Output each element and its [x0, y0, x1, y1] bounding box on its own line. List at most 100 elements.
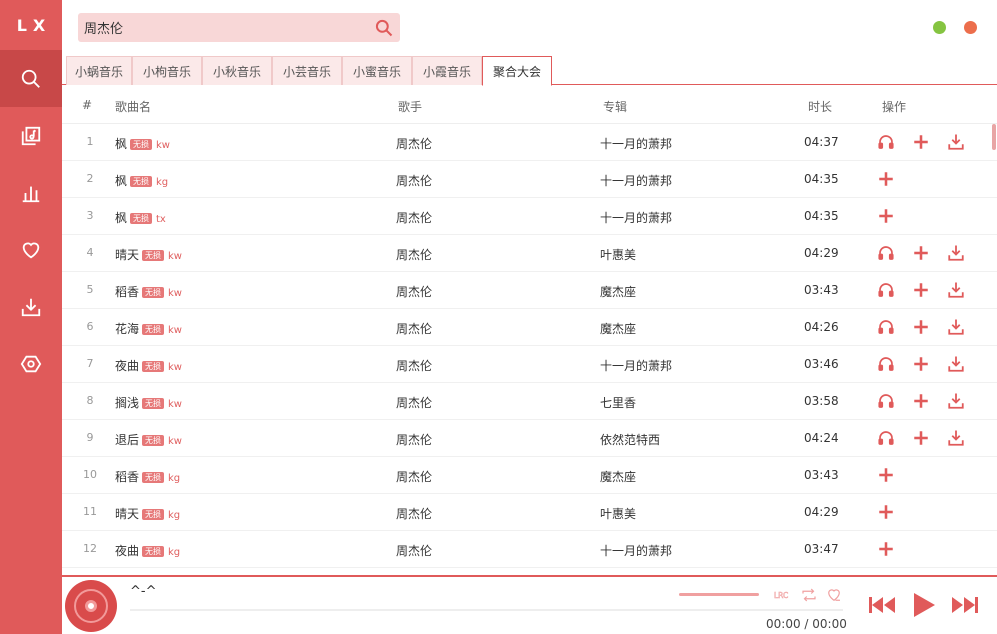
- close-button[interactable]: [964, 21, 977, 34]
- download-song-icon[interactable]: [947, 318, 965, 336]
- song-name[interactable]: 夜曲 无损 kg: [115, 542, 180, 559]
- song-artist[interactable]: 周杰伦: [396, 209, 432, 226]
- minimize-button[interactable]: [933, 21, 946, 34]
- song-album[interactable]: 十一月的萧邦: [600, 357, 672, 374]
- song-name[interactable]: 晴天 无损 kw: [115, 246, 182, 263]
- album-disc[interactable]: [65, 580, 117, 632]
- listen-icon[interactable]: [877, 355, 895, 373]
- song-artist[interactable]: 周杰伦: [396, 357, 432, 374]
- download-song-icon[interactable]: [947, 244, 965, 262]
- table-row[interactable]: 5 稻香 无损 kw 周杰伦 魔杰座 03:43: [62, 272, 997, 309]
- sidebar-item-music[interactable]: [0, 107, 62, 164]
- song-album[interactable]: 十一月的萧邦: [600, 542, 672, 559]
- song-name[interactable]: 枫无损 kg: [115, 172, 168, 189]
- song-album[interactable]: 魔杰座: [600, 468, 636, 485]
- search-button-icon[interactable]: [374, 18, 394, 38]
- table-row[interactable]: 8 搁浅 无损 kw 周杰伦 七里香 03:58: [62, 383, 997, 420]
- song-name[interactable]: 退后 无损 kw: [115, 431, 182, 448]
- table-row[interactable]: 12 夜曲 无损 kg 周杰伦 十一月的萧邦 03:47: [62, 531, 997, 568]
- next-track-icon[interactable]: [950, 594, 980, 616]
- song-name[interactable]: 稻香 无损 kw: [115, 283, 182, 300]
- listen-icon[interactable]: [877, 318, 895, 336]
- favorite-heart-icon[interactable]: [825, 586, 843, 604]
- song-artist[interactable]: 周杰伦: [396, 172, 432, 189]
- song-album[interactable]: 十一月的萧邦: [600, 172, 672, 189]
- song-name[interactable]: 枫无损 tx: [115, 209, 166, 226]
- download-song-icon[interactable]: [947, 429, 965, 447]
- play-icon[interactable]: [911, 591, 937, 619]
- tab-source-4[interactable]: 小芸音乐: [272, 56, 342, 85]
- sidebar-item-charts[interactable]: [0, 164, 62, 221]
- lyric-icon[interactable]: LRC: [773, 586, 793, 604]
- add-to-list-icon[interactable]: [912, 429, 930, 447]
- song-artist[interactable]: 周杰伦: [396, 505, 432, 522]
- add-to-list-icon[interactable]: [912, 133, 930, 151]
- listen-icon[interactable]: [877, 281, 895, 299]
- song-artist[interactable]: 周杰伦: [396, 394, 432, 411]
- table-row[interactable]: 7 夜曲 无损 kw 周杰伦 十一月的萧邦 03:46: [62, 346, 997, 383]
- sidebar-item-settings[interactable]: [0, 335, 62, 392]
- sidebar-item-search[interactable]: [0, 50, 62, 107]
- listen-icon[interactable]: [877, 429, 895, 447]
- listen-icon[interactable]: [877, 244, 895, 262]
- tab-source-2[interactable]: 小枸音乐: [132, 56, 202, 85]
- song-name[interactable]: 夜曲 无损 kw: [115, 357, 182, 374]
- table-row[interactable]: 3 枫无损 tx 周杰伦 十一月的萧邦 04:35: [62, 198, 997, 235]
- song-name[interactable]: 枫无损 kw: [115, 135, 170, 152]
- tab-source-5[interactable]: 小蜜音乐: [342, 56, 412, 85]
- repeat-icon[interactable]: [800, 586, 818, 604]
- volume-slider[interactable]: [679, 593, 759, 596]
- download-song-icon[interactable]: [947, 355, 965, 373]
- song-name[interactable]: 花海 无损 kw: [115, 320, 182, 337]
- table-row[interactable]: 2 枫无损 kg 周杰伦 十一月的萧邦 04:35: [62, 161, 997, 198]
- song-album[interactable]: 魔杰座: [600, 320, 636, 337]
- listen-icon[interactable]: [877, 392, 895, 410]
- search-input[interactable]: [78, 13, 358, 42]
- song-artist[interactable]: 周杰伦: [396, 431, 432, 448]
- song-artist[interactable]: 周杰伦: [396, 468, 432, 485]
- song-name[interactable]: 稻香 无损 kg: [115, 468, 180, 485]
- download-song-icon[interactable]: [947, 281, 965, 299]
- table-row[interactable]: 10 稻香 无损 kg 周杰伦 魔杰座 03:43: [62, 457, 997, 494]
- song-album[interactable]: 七里香: [600, 394, 636, 411]
- add-to-list-icon[interactable]: [912, 318, 930, 336]
- progress-bar[interactable]: [130, 609, 843, 611]
- song-artist[interactable]: 周杰伦: [396, 135, 432, 152]
- song-artist[interactable]: 周杰伦: [396, 283, 432, 300]
- song-name[interactable]: 晴天 无损 kg: [115, 505, 180, 522]
- song-album[interactable]: 魔杰座: [600, 283, 636, 300]
- tab-source-aggregate[interactable]: 聚合大会: [482, 56, 552, 86]
- song-name[interactable]: 搁浅 无损 kw: [115, 394, 182, 411]
- song-album[interactable]: 叶惠美: [600, 246, 636, 263]
- tab-source-3[interactable]: 小秋音乐: [202, 56, 272, 85]
- song-album[interactable]: 叶惠美: [600, 505, 636, 522]
- table-row[interactable]: 9 退后 无损 kw 周杰伦 依然范特西 04:24: [62, 420, 997, 457]
- table-row[interactable]: 1 枫无损 kw 周杰伦 十一月的萧邦 04:37: [62, 124, 997, 161]
- table-row[interactable]: 6 花海 无损 kw 周杰伦 魔杰座 04:26: [62, 309, 997, 346]
- sidebar-item-downloads[interactable]: [0, 278, 62, 335]
- tab-source-1[interactable]: 小蜗音乐: [66, 56, 132, 85]
- add-to-list-icon[interactable]: [877, 207, 895, 225]
- add-to-list-icon[interactable]: [912, 355, 930, 373]
- download-song-icon[interactable]: [947, 133, 965, 151]
- song-album[interactable]: 依然范特西: [600, 431, 660, 448]
- previous-track-icon[interactable]: [867, 594, 897, 616]
- listen-icon[interactable]: [877, 133, 895, 151]
- list-scrollbar[interactable]: [992, 124, 996, 150]
- song-artist[interactable]: 周杰伦: [396, 542, 432, 559]
- add-to-list-icon[interactable]: [877, 503, 895, 521]
- song-album[interactable]: 十一月的萧邦: [600, 209, 672, 226]
- table-row[interactable]: 11 晴天 无损 kg 周杰伦 叶惠美 04:29: [62, 494, 997, 531]
- add-to-list-icon[interactable]: [877, 540, 895, 558]
- add-to-list-icon[interactable]: [912, 244, 930, 262]
- sidebar-item-favorites[interactable]: [0, 221, 62, 278]
- table-row[interactable]: 4 晴天 无损 kw 周杰伦 叶惠美 04:29: [62, 235, 997, 272]
- song-artist[interactable]: 周杰伦: [396, 246, 432, 263]
- add-to-list-icon[interactable]: [912, 281, 930, 299]
- add-to-list-icon[interactable]: [877, 170, 895, 188]
- add-to-list-icon[interactable]: [912, 392, 930, 410]
- song-album[interactable]: 十一月的萧邦: [600, 135, 672, 152]
- add-to-list-icon[interactable]: [877, 466, 895, 484]
- song-artist[interactable]: 周杰伦: [396, 320, 432, 337]
- tab-source-6[interactable]: 小霞音乐: [412, 56, 482, 85]
